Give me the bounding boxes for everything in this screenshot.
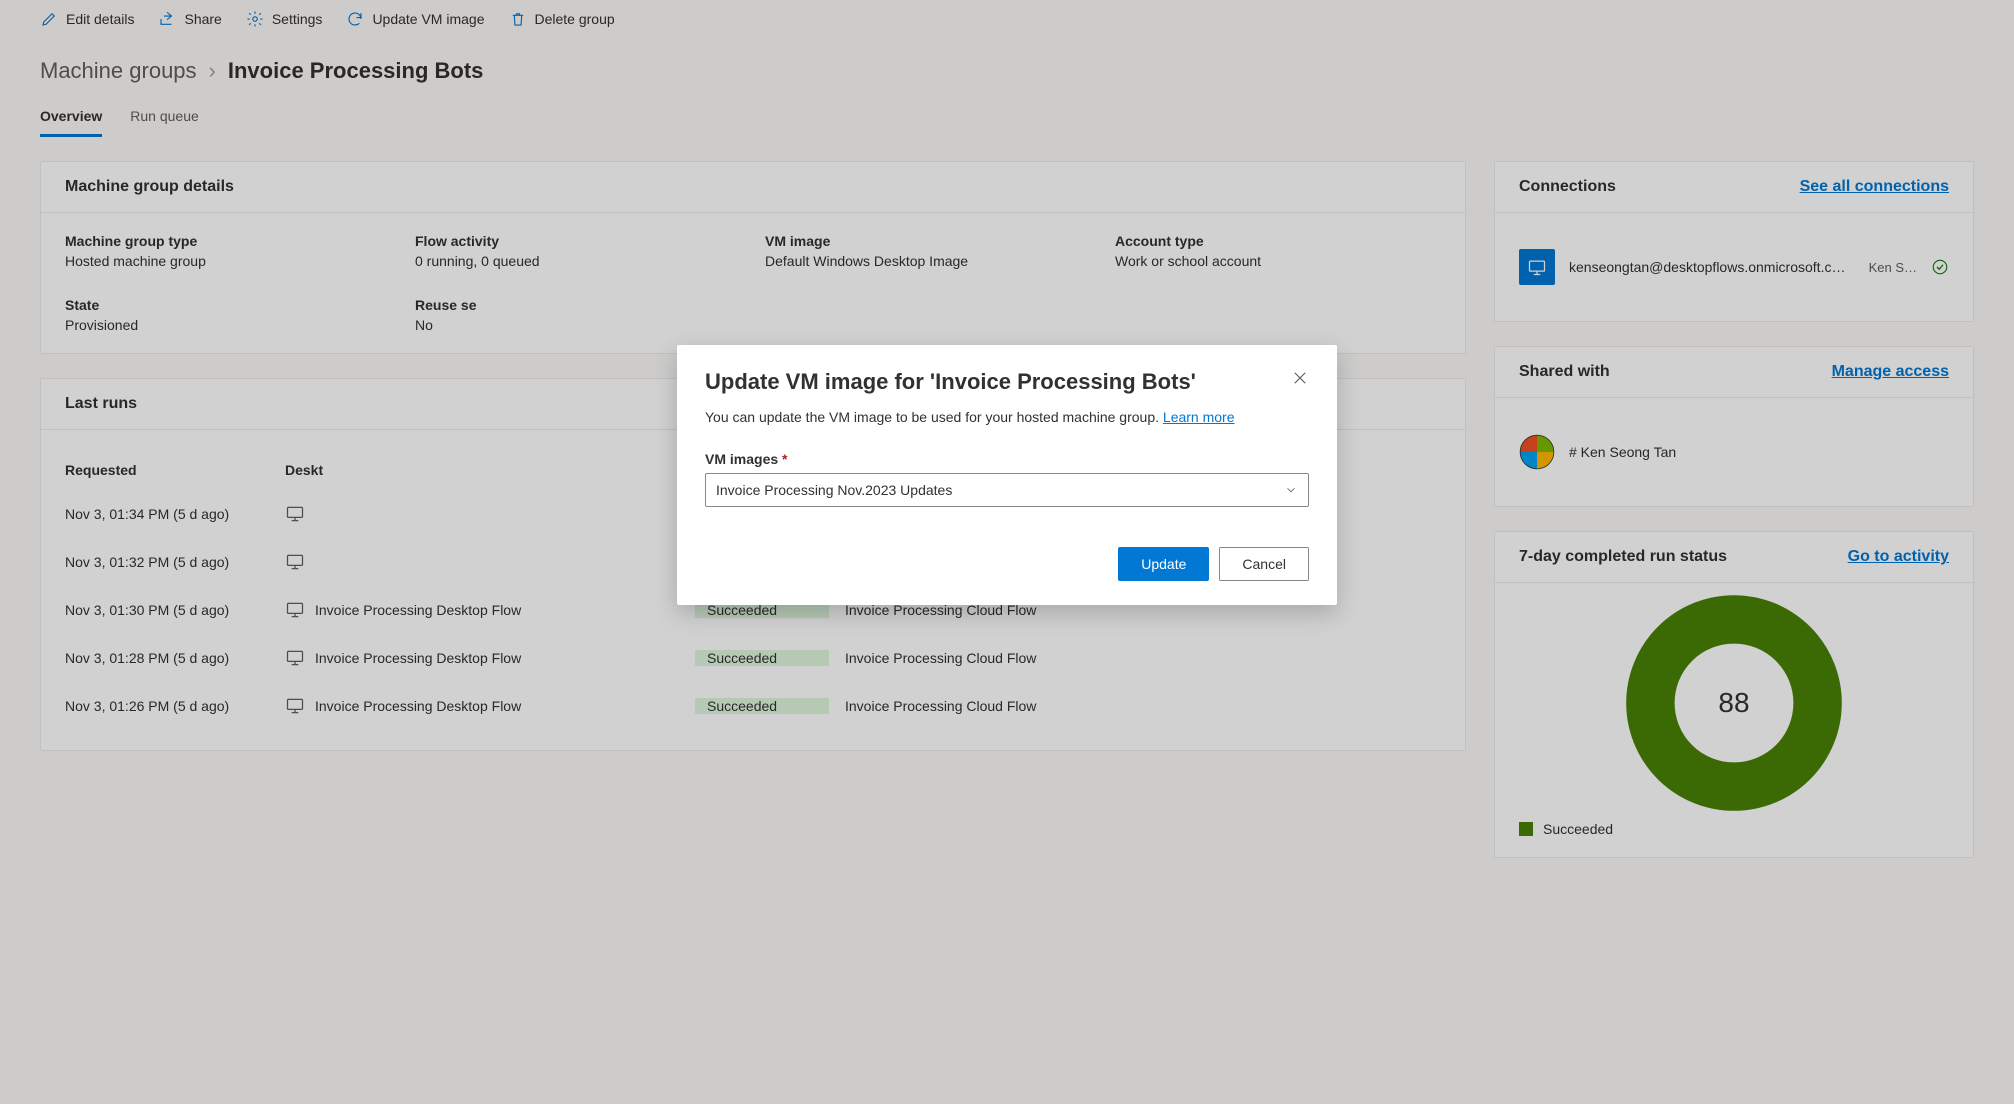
vm-images-dropdown[interactable]: Invoice Processing Nov.2023 Updates — [705, 473, 1309, 507]
cancel-button[interactable]: Cancel — [1219, 547, 1309, 581]
learn-more-link[interactable]: Learn more — [1163, 409, 1235, 425]
dialog-description: You can update the VM image to be used f… — [705, 409, 1309, 425]
vm-images-label-text: VM images — [705, 451, 782, 467]
required-asterisk: * — [782, 451, 787, 467]
dialog-desc-text: You can update the VM image to be used f… — [705, 409, 1163, 425]
chevron-down-icon — [1284, 483, 1298, 497]
dialog-title: Update VM image for 'Invoice Processing … — [705, 369, 1196, 395]
update-vm-image-dialog: Update VM image for 'Invoice Processing … — [677, 345, 1337, 605]
vm-images-selected: Invoice Processing Nov.2023 Updates — [716, 482, 952, 498]
vm-images-label: VM images * — [705, 451, 1309, 467]
update-button[interactable]: Update — [1118, 547, 1209, 581]
modal-overlay: Update VM image for 'Invoice Processing … — [0, 0, 2014, 1104]
close-icon[interactable] — [1291, 369, 1309, 387]
